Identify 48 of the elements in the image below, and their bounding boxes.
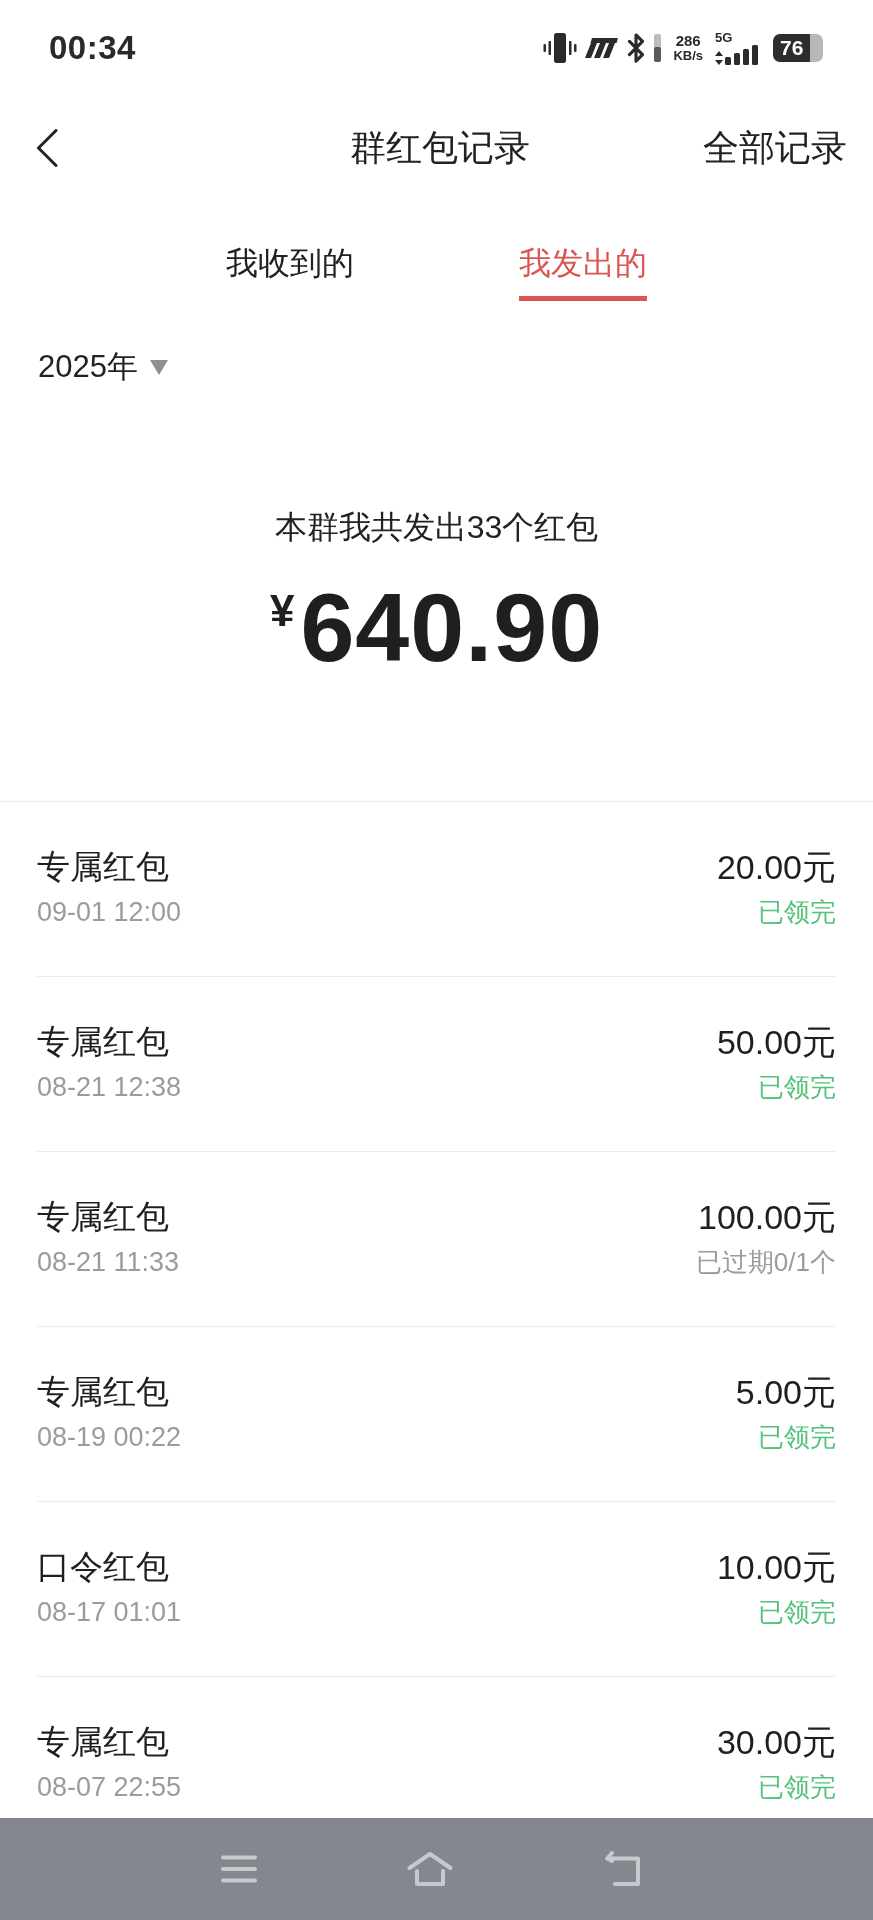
chevron-left-icon — [36, 129, 58, 167]
signal-icon — [725, 45, 759, 65]
page-title: 群红包记录 — [349, 125, 530, 170]
home-icon[interactable] — [406, 1851, 453, 1887]
bluetooth-icon — [626, 33, 647, 63]
record-status: 已领完 — [758, 1421, 836, 1454]
tab[interactable]: 我发出的 — [519, 243, 647, 301]
record-time: 08-07 22:55 — [37, 1771, 182, 1804]
record-name: 专属红包 — [37, 1722, 169, 1762]
record-time: 08-17 01:01 — [37, 1596, 182, 1629]
record-status: 已领完 — [758, 896, 836, 929]
speed-unit-text: KB/s — [673, 48, 703, 63]
tab[interactable]: 我收到的 — [226, 243, 354, 301]
record-amount: 50.00元 — [716, 1022, 836, 1062]
caret-down-icon — [149, 359, 168, 375]
record-amount: 5.00元 — [735, 1372, 836, 1412]
network-type-text: 5G — [715, 31, 734, 45]
vibrate-icon — [543, 33, 578, 63]
record-time: 08-21 12:38 — [37, 1071, 182, 1104]
record-name: 专属红包 — [37, 1197, 169, 1237]
record-time: 08-21 11:33 — [37, 1246, 180, 1279]
record-name: 专属红包 — [37, 1372, 169, 1412]
record-name: 口令红包 — [37, 1547, 169, 1587]
currency-symbol: ¥ — [269, 589, 295, 633]
all-records-button[interactable]: 全部记录 — [703, 123, 847, 173]
record-time: 08-19 00:22 — [37, 1421, 182, 1454]
record-name: 专属红包 — [37, 1022, 169, 1062]
record-amount: 30.00元 — [716, 1722, 836, 1762]
status-time: 00:34 — [49, 29, 136, 67]
network-speed-text: 286 — [675, 33, 701, 48]
record-status: 已领完 — [758, 1771, 836, 1804]
record-amount: 10.00元 — [716, 1547, 836, 1587]
record-status: 已领完 — [758, 1596, 836, 1629]
menu-icon[interactable] — [220, 1855, 257, 1883]
up-down-arrows-icon — [715, 51, 723, 65]
record-status: 已领完 — [758, 1071, 836, 1104]
summary-caption: 本群我共发出33个红包 — [274, 508, 599, 547]
record-status: 已过期0/1个 — [695, 1246, 836, 1279]
total-amount: 640.90 — [300, 573, 604, 683]
record-name: 专属红包 — [37, 847, 169, 887]
year-dropdown[interactable]: 2025年 — [38, 346, 168, 388]
record-time: 09-01 12:00 — [37, 896, 182, 929]
record-amount: 100.00元 — [698, 1197, 836, 1237]
record-amount: 20.00元 — [716, 847, 836, 887]
vertical-bar-icon — [654, 34, 662, 62]
slanted-stripes-icon — [585, 38, 619, 58]
battery-indicator: 76 — [773, 34, 823, 62]
return-arrow-icon[interactable] — [602, 1851, 643, 1887]
